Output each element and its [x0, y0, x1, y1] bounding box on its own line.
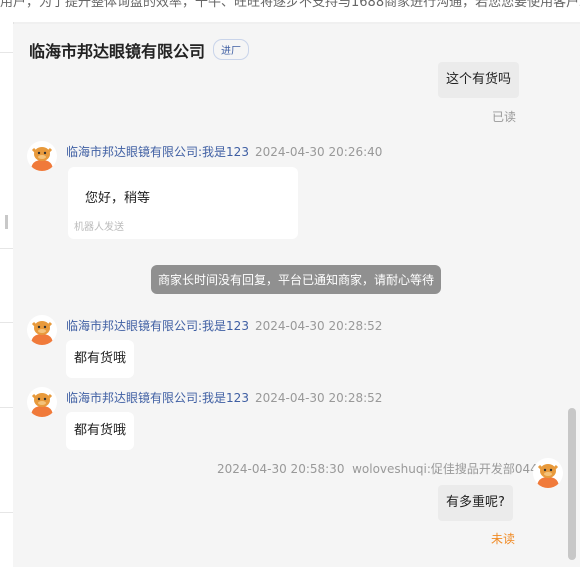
- message-time: 2024-04-30 20:28:52: [254, 319, 383, 333]
- list-divider: [0, 52, 13, 53]
- unread-status: 未读: [491, 532, 516, 546]
- message-header: 临海市邦达眼镜有限公司:我是123 2024-04-30 20:28:52: [66, 389, 382, 406]
- message-header: 2024-04-30 20:58:30 woloveshuqi:促佳搜品开发部0…: [217, 460, 538, 477]
- chat-panel: 临海市邦达眼镜有限公司 进厂 这个有货吗 已读 临海市邦达眼镜有限公司:我是12…: [13, 24, 580, 567]
- read-status: 已读: [492, 110, 517, 124]
- message-text: 有多重呢?: [446, 495, 505, 510]
- sender-name[interactable]: 临海市邦达眼镜有限公司:我是123: [66, 145, 249, 159]
- incoming-bubble: 都有货哦: [66, 412, 135, 450]
- message-time: 2024-04-30 20:58:30: [217, 462, 345, 476]
- list-divider: [0, 248, 13, 249]
- message-time: 2024-04-30 20:26:40: [254, 145, 383, 159]
- message-text: 您好，稍等: [85, 191, 151, 206]
- message-header: 临海市邦达眼镜有限公司:我是123 2024-04-30 20:26:40: [66, 143, 382, 160]
- shop-tag-badge: 进厂: [213, 39, 249, 60]
- notice-text: 用户，为了提升整体询盘的效率，千牛、旺旺将逐步不支持与1688商家进行沟通，若您…: [0, 0, 580, 10]
- message-header: 临海市邦达眼镜有限公司:我是123 2024-04-30 20:28:52: [66, 317, 382, 334]
- left-scroll-indicator[interactable]: [5, 215, 8, 229]
- sender-name[interactable]: 临海市邦达眼镜有限公司:我是123: [66, 319, 249, 333]
- message-text: 都有货哦: [74, 351, 127, 366]
- message-text: 这个有货吗: [446, 72, 512, 87]
- shop-title[interactable]: 临海市邦达眼镜有限公司: [29, 38, 205, 62]
- incoming-bubble: 您好，稍等 机器人发送: [68, 167, 298, 239]
- avatar-icon[interactable]: [533, 458, 563, 488]
- outgoing-bubble: 有多重呢?: [438, 485, 513, 521]
- system-notice: 商家长时间没有回复，平台已通知商家，请耐心等待: [151, 265, 442, 294]
- outgoing-bubble: 这个有货吗: [438, 62, 520, 98]
- notice-banner: 用户，为了提升整体询盘的效率，千牛、旺旺将逐步不支持与1688商家进行沟通，若您…: [0, 0, 580, 22]
- robot-sent-note: 机器人发送: [74, 222, 124, 233]
- chat-scrollbar[interactable]: [568, 408, 576, 560]
- list-divider: [0, 322, 13, 323]
- message-time: 2024-04-30 20:28:52: [254, 391, 383, 405]
- list-divider: [0, 407, 13, 408]
- left-list-strip: [0, 22, 14, 567]
- list-divider: [0, 512, 13, 513]
- sender-name: woloveshuqi:促佳搜品开发部044: [352, 462, 538, 476]
- incoming-bubble: 都有货哦: [66, 340, 135, 378]
- avatar-icon[interactable]: [27, 141, 57, 171]
- avatar-icon[interactable]: [27, 315, 57, 345]
- avatar-icon[interactable]: [27, 387, 57, 417]
- message-text: 都有货哦: [74, 423, 127, 438]
- sender-name[interactable]: 临海市邦达眼镜有限公司:我是123: [66, 391, 249, 405]
